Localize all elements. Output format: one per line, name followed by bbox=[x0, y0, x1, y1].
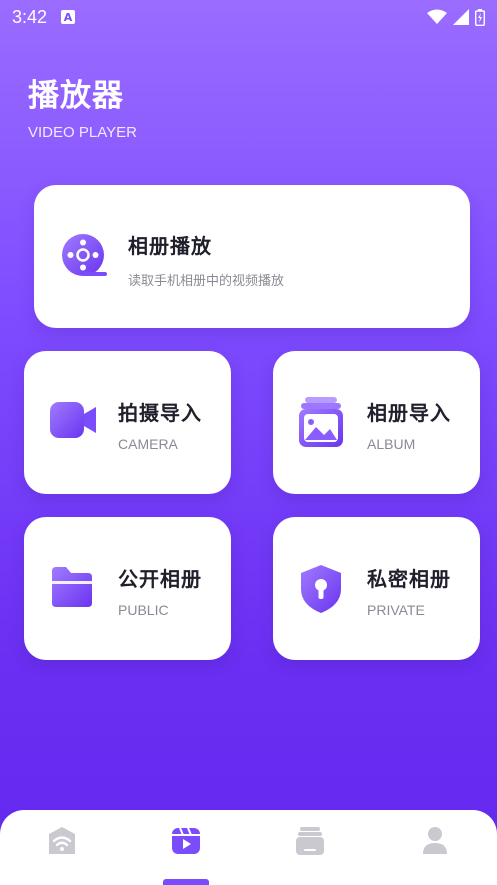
page-title: 播放器 bbox=[28, 78, 124, 114]
shield-lock-icon bbox=[301, 565, 341, 613]
camera-import-subtitle: CAMERA bbox=[118, 436, 178, 452]
wifi-home-icon[interactable] bbox=[45, 824, 79, 858]
album-play-description: 读取手机相册中的视频播放 bbox=[128, 274, 285, 289]
active-tab-indicator bbox=[163, 879, 209, 885]
private-album-title: 私密相册 bbox=[367, 567, 451, 591]
private-album-card[interactable]: 私密相册 PRIVATE bbox=[273, 517, 480, 660]
film-reel-icon bbox=[62, 234, 107, 276]
wifi-signal-icon bbox=[427, 9, 447, 24]
photo-album-icon bbox=[299, 397, 343, 447]
accessibility-a-icon: A bbox=[61, 10, 76, 24]
private-album-subtitle: PRIVATE bbox=[367, 602, 425, 618]
cell-signal-icon bbox=[453, 9, 469, 25]
folder-icon bbox=[52, 567, 92, 607]
status-bar: 3:42 A bbox=[0, 0, 497, 34]
page-subtitle: VIDEO PLAYER bbox=[28, 124, 137, 141]
video-player-icon[interactable] bbox=[169, 824, 203, 858]
public-album-title: 公开相册 bbox=[118, 567, 202, 591]
bottom-navigation bbox=[0, 810, 497, 885]
public-album-card[interactable]: 公开相册 PUBLIC bbox=[24, 517, 231, 660]
album-play-title: 相册播放 bbox=[128, 234, 212, 258]
camera-import-card[interactable]: 拍摄导入 CAMERA bbox=[24, 351, 231, 494]
battery-icon bbox=[475, 8, 485, 26]
album-import-card[interactable]: 相册导入 ALBUM bbox=[273, 351, 480, 494]
album-stack-icon[interactable] bbox=[293, 824, 327, 858]
album-import-subtitle: ALBUM bbox=[367, 436, 416, 452]
status-time: 3:42 bbox=[12, 6, 48, 27]
video-camera-icon bbox=[50, 402, 96, 438]
album-import-title: 相册导入 bbox=[367, 401, 451, 425]
public-album-subtitle: PUBLIC bbox=[118, 602, 169, 618]
camera-import-title: 拍摄导入 bbox=[118, 401, 202, 425]
album-play-card[interactable]: 相册播放 读取手机相册中的视频播放 bbox=[34, 185, 470, 328]
status-indicators bbox=[427, 8, 485, 26]
profile-icon[interactable] bbox=[418, 824, 452, 858]
